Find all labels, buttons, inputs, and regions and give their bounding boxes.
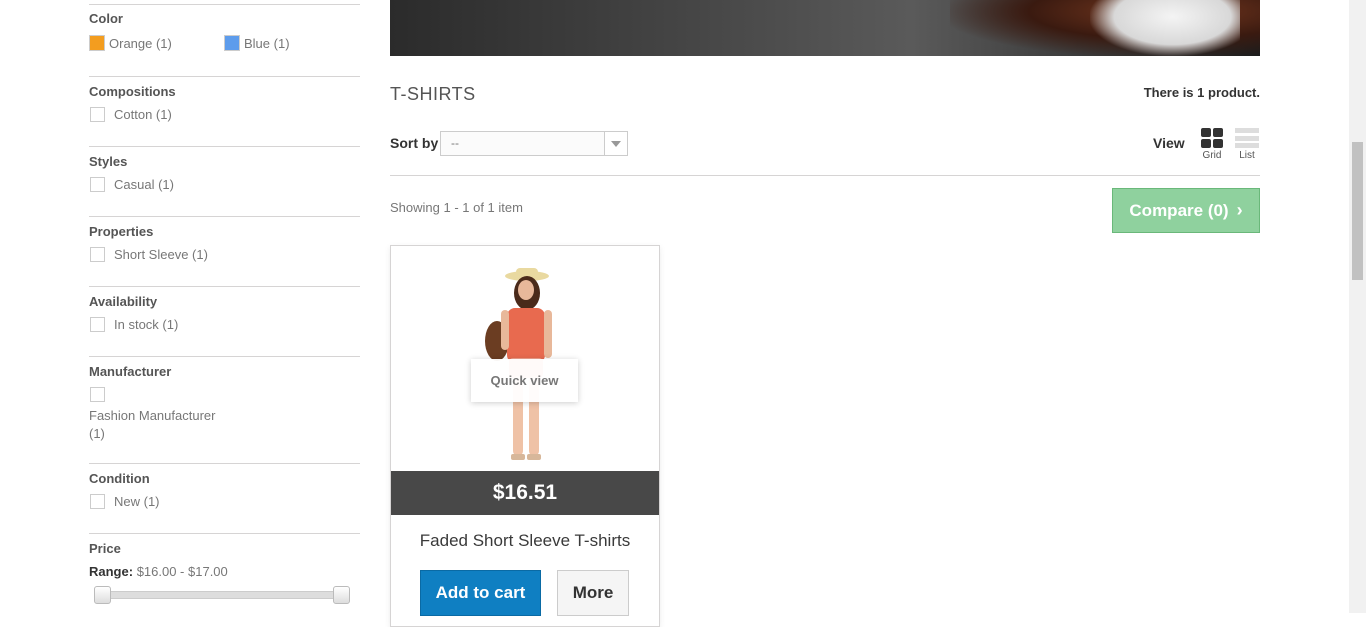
filter-option-new[interactable]: New (1): [90, 494, 160, 509]
range-value: $16.00 - $17.00: [136, 564, 228, 579]
view-label: View: [1153, 135, 1185, 151]
filter-title: Price: [89, 541, 121, 556]
color-swatch-blue[interactable]: [224, 35, 240, 51]
color-option-orange[interactable]: Orange (1): [89, 35, 172, 51]
count-suffix: product.: [1204, 85, 1260, 100]
filter-option-casual[interactable]: Casual (1): [90, 177, 174, 192]
filter-availability: Availability In stock (1): [89, 286, 360, 357]
checkbox[interactable]: [90, 247, 105, 262]
page-scrollbar[interactable]: [1349, 0, 1366, 613]
range-label: Range:: [89, 564, 134, 579]
option-label-line2[interactable]: (1): [89, 425, 215, 443]
option-label[interactable]: Short Sleeve (1): [114, 247, 208, 262]
filter-option-in-stock[interactable]: In stock (1): [90, 317, 178, 332]
product-name[interactable]: Faded Short Sleeve T-shirts: [391, 531, 659, 551]
filter-title: Properties: [89, 224, 154, 239]
option-label-line1[interactable]: Fashion Manufacturer: [89, 407, 215, 425]
filter-title: Color: [89, 11, 123, 26]
sort-select[interactable]: --: [440, 131, 628, 156]
product-card[interactable]: Quick view $16.51 Faded Short Sleeve T-s…: [390, 245, 660, 627]
price-slider[interactable]: [94, 586, 350, 604]
filter-compositions: Compositions Cotton (1): [89, 76, 360, 147]
filter-manufacturer: Manufacturer Fashion Manufacturer (1): [89, 356, 360, 464]
more-button[interactable]: More: [557, 570, 629, 616]
divider: [390, 175, 1260, 176]
product-image[interactable]: Quick view: [391, 246, 659, 471]
option-label[interactable]: New (1): [114, 494, 160, 509]
compare-label[interactable]: Compare (0): [1129, 201, 1228, 221]
option-label[interactable]: Casual (1): [114, 177, 174, 192]
option-label[interactable]: Cotton (1): [114, 107, 172, 122]
banner-image-shirt: [1090, 0, 1240, 56]
compare-button[interactable]: Compare (0) ›: [1112, 188, 1260, 233]
sort-selected-value: --: [451, 136, 459, 150]
page-title: T-SHIRTS: [390, 84, 476, 104]
filter-color: Color Orange (1) Blue (1): [89, 4, 360, 77]
filter-title: Compositions: [89, 84, 176, 99]
price-slider-max-handle[interactable]: [333, 586, 350, 604]
grid-icon[interactable]: [1201, 128, 1223, 148]
filter-properties: Properties Short Sleeve (1): [89, 216, 360, 287]
filter-price: Price Range: $16.00 - $17.00: [89, 533, 360, 614]
filter-title: Styles: [89, 154, 128, 169]
category-banner: [390, 0, 1260, 56]
add-to-cart-button[interactable]: Add to cart: [420, 570, 541, 616]
showing-text: Showing 1 - 1 of 1 item: [390, 200, 523, 215]
filter-title: Availability: [89, 294, 158, 309]
checkbox[interactable]: [90, 177, 105, 192]
checkbox[interactable]: [90, 494, 105, 509]
option-label: Orange (1): [109, 35, 172, 51]
color-swatch-orange[interactable]: [89, 35, 105, 51]
price-slider-min-handle[interactable]: [94, 586, 111, 604]
filter-title: Manufacturer: [89, 364, 172, 379]
view-grid-button[interactable]: Grid: [1197, 128, 1227, 161]
filter-condition: Condition New (1): [89, 463, 360, 534]
product-price: $16.51: [391, 471, 659, 515]
scrollbar-thumb[interactable]: [1352, 142, 1363, 280]
filter-option-cotton[interactable]: Cotton (1): [90, 107, 172, 122]
option-label: Blue (1): [244, 35, 290, 51]
view-list-label[interactable]: List: [1232, 150, 1262, 161]
option-label[interactable]: In stock (1): [114, 317, 178, 332]
quick-view-button[interactable]: Quick view: [471, 359, 578, 402]
count-prefix: There is: [1143, 85, 1198, 100]
checkbox[interactable]: [90, 317, 105, 332]
product-count: There is 1 product.: [1144, 85, 1260, 100]
filter-title: Condition: [89, 471, 150, 486]
view-grid-label[interactable]: Grid: [1197, 150, 1227, 161]
filter-option-short-sleeve[interactable]: Short Sleeve (1): [90, 247, 208, 262]
chevron-down-icon[interactable]: [604, 132, 627, 155]
view-list-button[interactable]: List: [1232, 128, 1262, 161]
filter-styles: Styles Casual (1): [89, 146, 360, 217]
list-icon[interactable]: [1235, 128, 1259, 148]
option-label[interactable]: Fashion Manufacturer (1): [89, 407, 215, 443]
sort-label: Sort by: [390, 135, 439, 151]
chevron-right-icon[interactable]: ›: [1237, 200, 1243, 221]
color-option-blue[interactable]: Blue (1): [224, 35, 290, 51]
price-range-text: Range: $16.00 - $17.00: [89, 564, 228, 579]
checkbox[interactable]: [90, 107, 105, 122]
checkbox[interactable]: [90, 387, 105, 402]
